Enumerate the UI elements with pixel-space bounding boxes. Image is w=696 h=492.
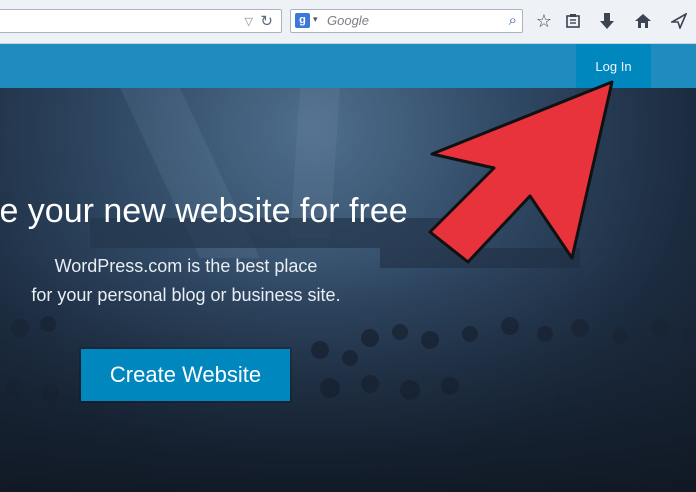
download-icon[interactable] [594, 9, 620, 33]
create-website-button[interactable]: Create Website [81, 349, 290, 401]
dropdown-icon[interactable]: ▽ [245, 15, 253, 28]
send-icon[interactable] [666, 9, 692, 33]
hero-subtitle-line-2: for your personal blog or business site. [31, 285, 341, 305]
reading-list-icon[interactable] [560, 9, 586, 33]
search-engine-icon[interactable]: g [295, 13, 310, 28]
hero-headline: te your new website for free [0, 192, 408, 230]
search-icon[interactable]: ⌕ [509, 11, 517, 29]
hero-subtitle-line-1: WordPress.com is the best place [54, 256, 318, 276]
search-placeholder: Google [327, 13, 369, 28]
address-bar[interactable]: ▽ ↻ [0, 9, 282, 33]
login-button[interactable]: Log In [576, 44, 651, 88]
site-header: Log In [0, 44, 696, 88]
hero-section: te your new website for free WordPress.c… [0, 88, 696, 492]
browser-toolbar: ▽ ↻ g ▾ Google ⌕ ☆ [0, 0, 696, 44]
search-engine-dropdown-icon[interactable]: ▾ [313, 15, 318, 25]
reload-icon[interactable]: ↻ [260, 12, 273, 30]
bookmark-star-icon[interactable]: ☆ [531, 9, 557, 33]
search-bar[interactable]: g ▾ Google ⌕ [290, 9, 523, 33]
home-icon[interactable] [630, 9, 656, 33]
hero-subtitle: WordPress.com is the best place for your… [0, 252, 372, 310]
